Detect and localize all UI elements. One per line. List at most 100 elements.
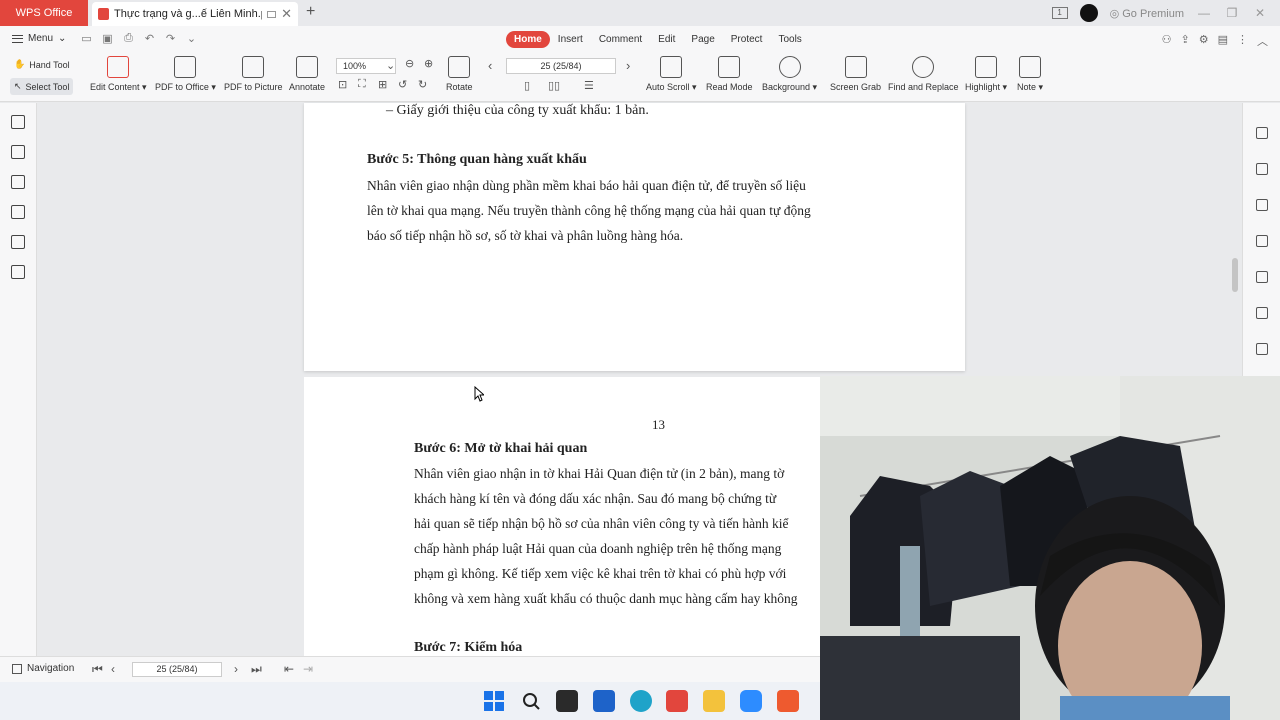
- wps-icon[interactable]: [666, 690, 688, 712]
- pdf-to-office-icon: [174, 56, 197, 78]
- document-tab[interactable]: Thực trạng và g...ế Liên Minh.pdf ✕: [92, 2, 298, 26]
- fit-page-icon[interactable]: ⛶: [358, 78, 366, 91]
- tab-tools[interactable]: Tools: [770, 31, 809, 48]
- comment-icon[interactable]: ▤: [1218, 33, 1228, 49]
- pdf-to-picture-icon: [242, 56, 265, 78]
- search-panel-icon[interactable]: [11, 265, 25, 279]
- tab-protect[interactable]: Protect: [723, 31, 771, 48]
- layout-icon[interactable]: [1255, 307, 1268, 319]
- zoom-dropdown-icon[interactable]: ⌄: [386, 59, 395, 72]
- single-page-icon[interactable]: ▯: [524, 79, 530, 92]
- rotate-button[interactable]: Rotate: [446, 56, 473, 92]
- export-icon[interactable]: [1255, 127, 1268, 139]
- navigation-label: Navigation: [27, 663, 75, 674]
- highlight-button[interactable]: Highlight ▾: [965, 56, 1007, 93]
- annotate-button[interactable]: Annotate: [289, 56, 325, 92]
- save-icon[interactable]: ▣: [101, 32, 114, 45]
- screen-grab-label: Screen Grab: [830, 82, 882, 92]
- redo-icon[interactable]: ↷: [164, 32, 177, 45]
- rotate-left-icon[interactable]: ↺: [398, 78, 407, 91]
- close-tab-icon[interactable]: ✕: [281, 6, 292, 22]
- minimize-button[interactable]: —: [1196, 6, 1212, 20]
- more-icon[interactable]: ⋮: [1237, 33, 1248, 49]
- avatar[interactable]: [1079, 4, 1098, 22]
- next-page-icon[interactable]: ›: [626, 58, 630, 73]
- note-button[interactable]: Note ▾: [1017, 56, 1043, 93]
- wps-office-tab[interactable]: WPS Office: [0, 0, 88, 26]
- navigation-button[interactable]: Navigation: [12, 663, 74, 674]
- select-tool-button[interactable]: ↖ Select Tool: [10, 78, 74, 95]
- tab-home[interactable]: Home: [506, 31, 550, 48]
- page-number-input[interactable]: 25 (25/84): [506, 58, 616, 74]
- recorder-icon[interactable]: [777, 690, 799, 712]
- attachment-icon[interactable]: [11, 205, 25, 219]
- comment-panel-icon[interactable]: [11, 175, 25, 189]
- pdf-to-office-button[interactable]: PDF to Office ▾: [155, 56, 216, 93]
- new-tab-button[interactable]: +: [306, 3, 315, 21]
- pen-icon[interactable]: [1255, 271, 1268, 283]
- continuous-icon[interactable]: ☰: [584, 79, 594, 92]
- zoom-out-icon[interactable]: ⊖: [405, 57, 414, 70]
- background-button[interactable]: Background ▾: [762, 56, 817, 93]
- tab-edit[interactable]: Edit: [650, 31, 683, 48]
- thumbnail-icon[interactable]: [11, 145, 25, 159]
- go-premium-button[interactable]: ◎ Go Premium: [1110, 7, 1184, 20]
- vertical-scrollbar[interactable]: [1232, 258, 1238, 292]
- convert-icon[interactable]: [1255, 199, 1268, 211]
- windows-start-icon[interactable]: [483, 690, 505, 712]
- user-icon[interactable]: ⚇: [1162, 33, 1172, 49]
- form-icon[interactable]: [1255, 235, 1268, 247]
- edit-icon[interactable]: [1255, 163, 1268, 175]
- menu-button[interactable]: Menu ⌄: [12, 33, 66, 44]
- undo-icon[interactable]: ↶: [143, 32, 156, 45]
- settings-icon[interactable]: ⚙: [1199, 33, 1209, 49]
- double-page-icon[interactable]: ▯▯: [548, 79, 560, 92]
- tab-insert[interactable]: Insert: [550, 31, 591, 48]
- close-window-button[interactable]: ✕: [1252, 6, 1268, 20]
- hand-tool-button[interactable]: ✋ Hand Tool: [14, 59, 70, 70]
- tab-comment[interactable]: Comment: [591, 31, 650, 48]
- customize-icon[interactable]: ⌄: [185, 32, 198, 45]
- edge-icon[interactable]: [630, 690, 652, 712]
- zoom-in-icon[interactable]: ⊕: [424, 57, 433, 70]
- auto-scroll-button[interactable]: Auto Scroll ▾: [646, 56, 697, 93]
- back-icon[interactable]: ⇤: [284, 662, 294, 676]
- signature-icon[interactable]: [11, 235, 25, 249]
- prev-page-icon[interactable]: ‹: [111, 662, 115, 676]
- title-bar: WPS Office Thực trạng và g...ế Liên Minh…: [0, 0, 1280, 26]
- file-explorer-icon[interactable]: [703, 690, 725, 712]
- tab-page[interactable]: Page: [683, 31, 722, 48]
- actual-size-icon[interactable]: ⊡: [338, 78, 347, 91]
- hand-tool-label: Hand Tool: [29, 59, 70, 70]
- edit-content-button[interactable]: Edit Content ▾: [90, 56, 147, 93]
- forward-icon[interactable]: ⇥: [303, 662, 313, 676]
- store-icon[interactable]: [593, 690, 615, 712]
- read-mode-button[interactable]: Read Mode: [706, 56, 753, 92]
- maximize-button[interactable]: ❐: [1224, 6, 1240, 20]
- screen-grab-icon: [844, 56, 867, 78]
- find-replace-button[interactable]: Find and Replace: [888, 56, 959, 92]
- first-page-icon[interactable]: ⏮: [92, 662, 103, 677]
- tab-window-icon[interactable]: [267, 10, 277, 18]
- pdf-to-office-label: PDF to Office: [155, 82, 209, 92]
- cursor-icon: ↖: [14, 81, 22, 91]
- rotate-right-icon[interactable]: ↻: [418, 78, 427, 91]
- print-icon[interactable]: ⎙: [122, 32, 135, 45]
- printer-icon[interactable]: [1255, 343, 1268, 355]
- share-icon[interactable]: ⇪: [1181, 33, 1190, 49]
- search-icon[interactable]: [520, 690, 542, 712]
- collapse-ribbon-icon[interactable]: ︿: [1257, 33, 1268, 49]
- previous-page-icon[interactable]: ‹: [488, 58, 492, 73]
- webcam-overlay: [820, 376, 1280, 720]
- last-page-icon[interactable]: ⏭: [251, 662, 262, 677]
- pdf-to-picture-button[interactable]: PDF to Picture: [224, 56, 283, 92]
- task-view-icon[interactable]: [556, 690, 578, 712]
- screen-grab-button[interactable]: Screen Grab: [830, 56, 881, 92]
- next-page-status-icon[interactable]: ›: [234, 662, 238, 676]
- open-folder-icon[interactable]: ▭: [80, 32, 93, 45]
- window-layout-icon[interactable]: 1: [1051, 7, 1068, 19]
- status-page-input[interactable]: 25 (25/84): [132, 662, 222, 677]
- bookmark-icon[interactable]: [11, 115, 25, 129]
- fit-width-icon[interactable]: ⊞: [378, 78, 387, 91]
- zoom-app-icon[interactable]: [740, 690, 762, 712]
